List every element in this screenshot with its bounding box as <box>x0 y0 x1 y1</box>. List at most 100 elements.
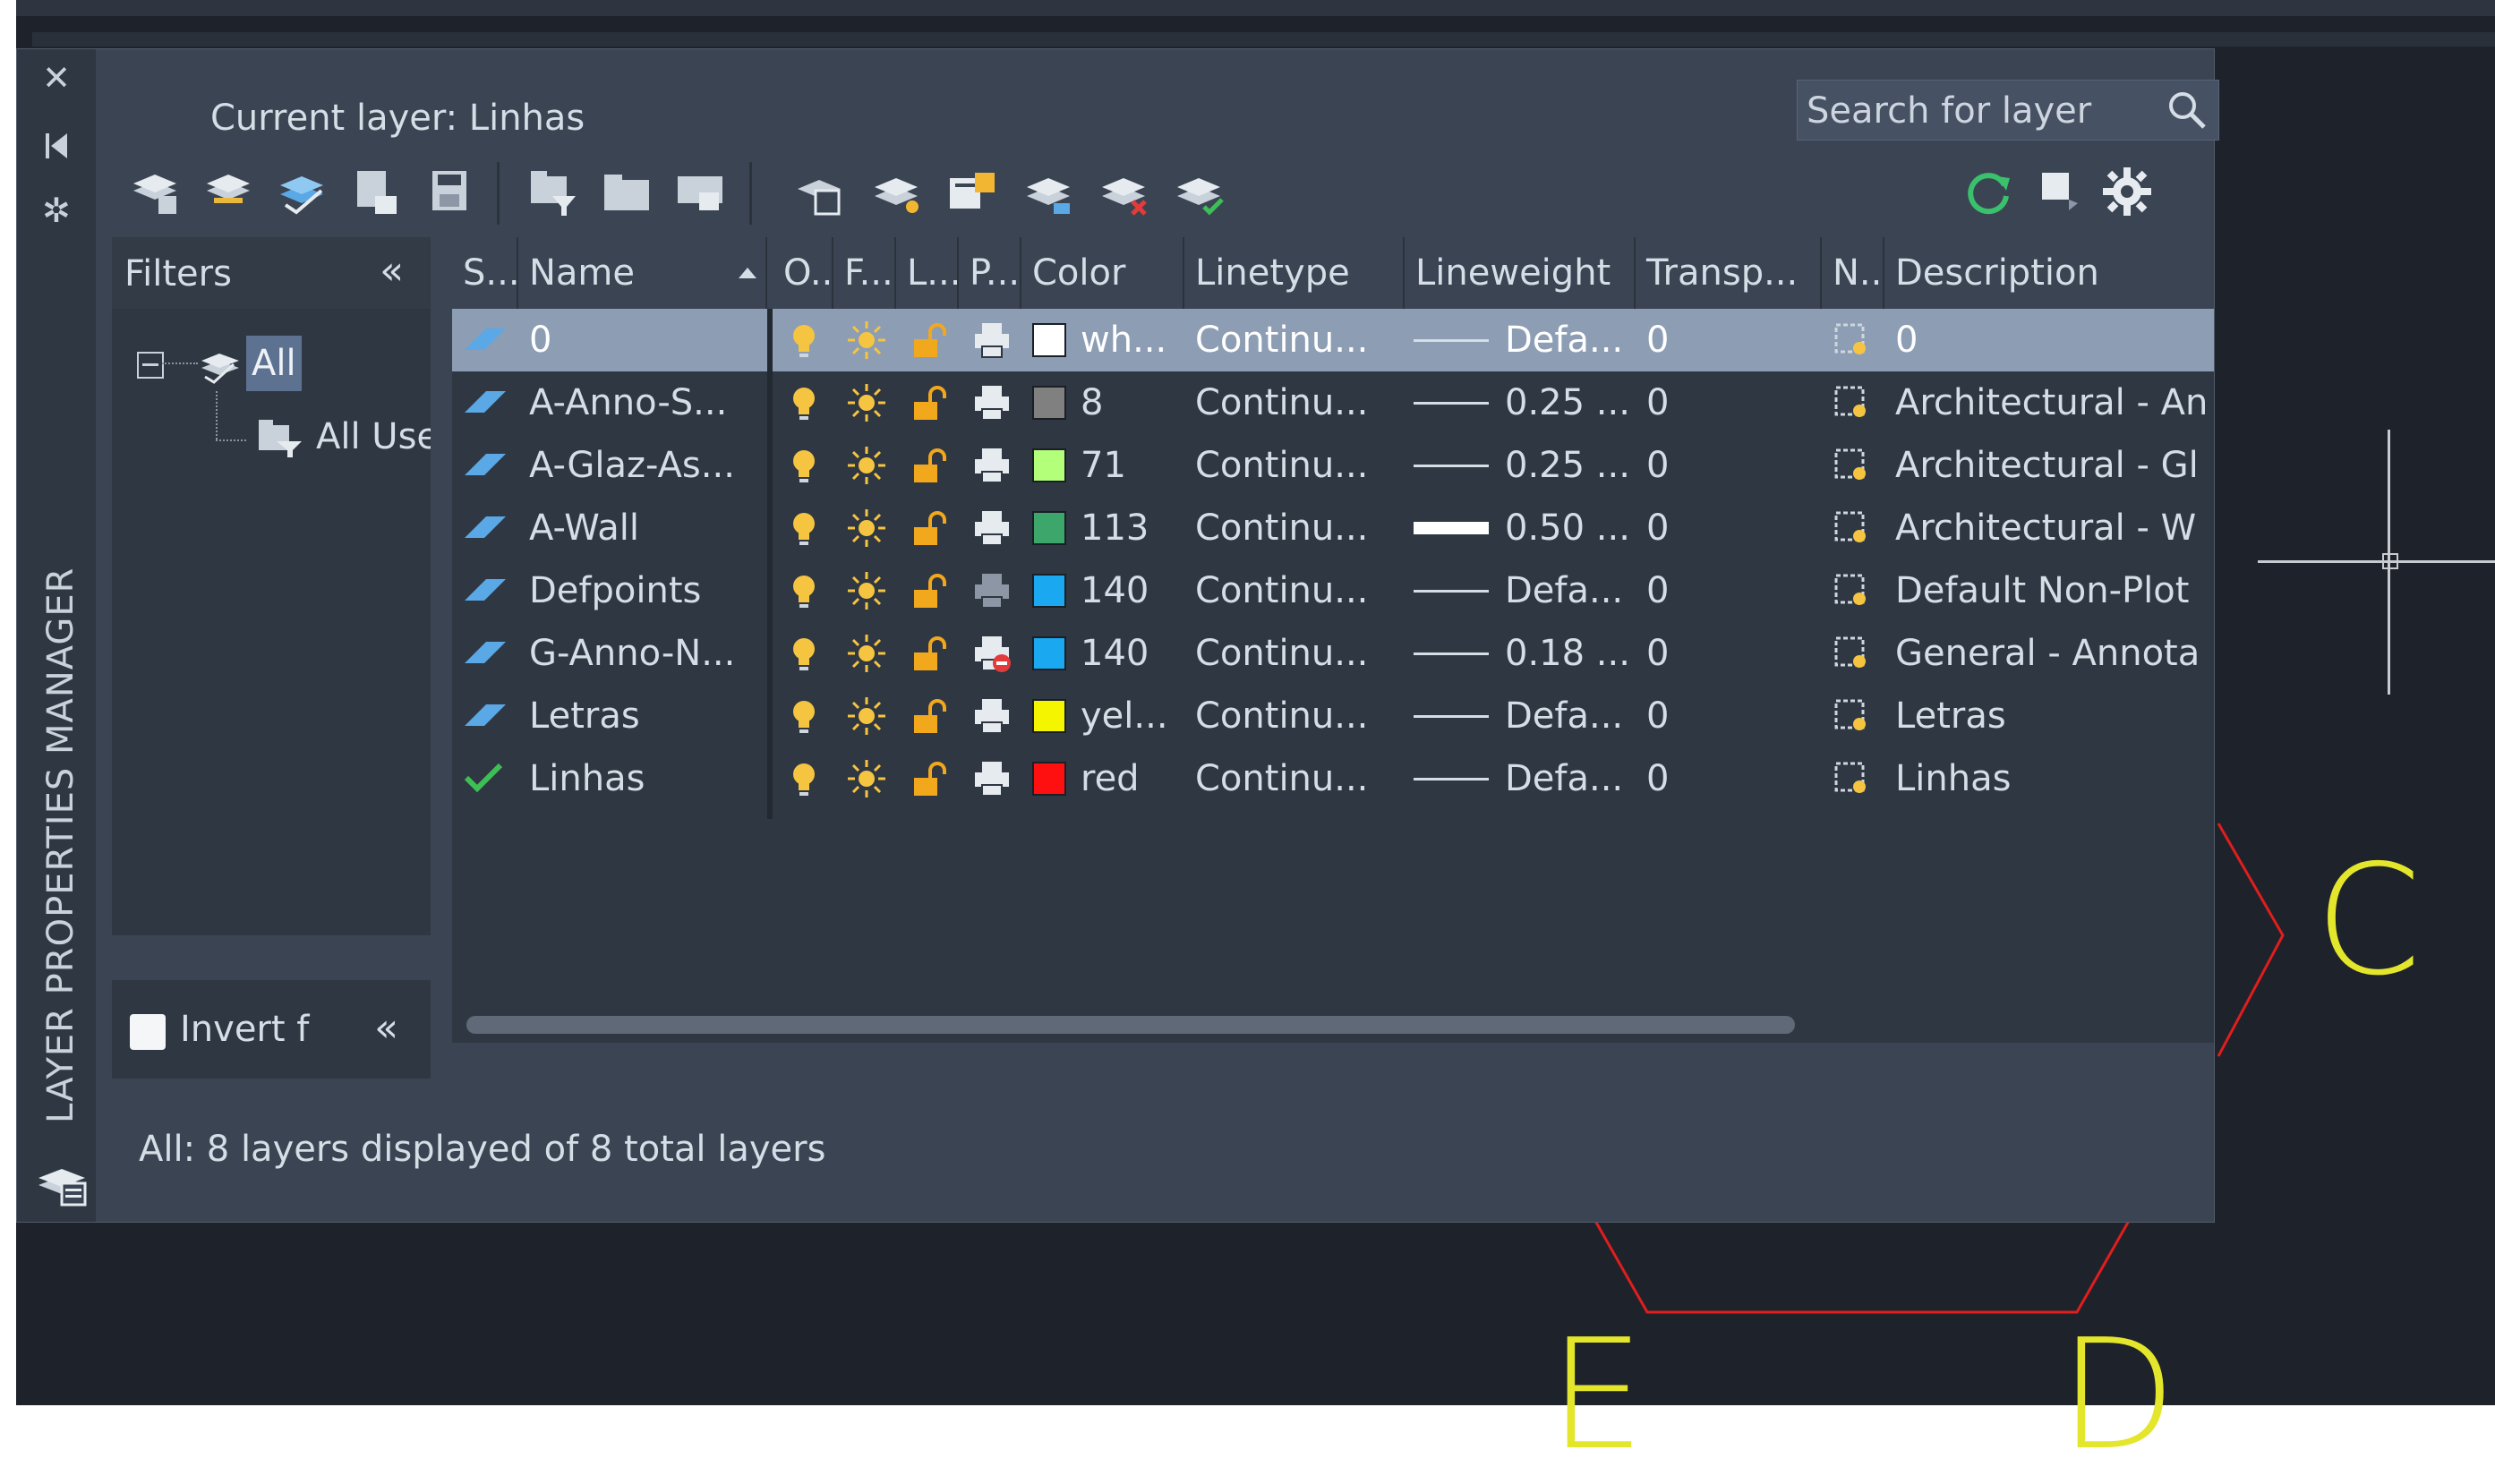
tree-item-all[interactable]: All <box>246 336 302 391</box>
new-group-filter-icon[interactable] <box>201 164 257 219</box>
layer-description[interactable]: Linhas <box>1895 747 2212 810</box>
layer-status-icon[interactable] <box>461 388 509 418</box>
delete-layer-icon[interactable] <box>1097 164 1152 219</box>
column-description[interactable]: Description <box>1884 237 2214 309</box>
vp-freeze-icon[interactable] <box>1831 633 1872 674</box>
layer-description[interactable]: 0 <box>1895 309 2212 371</box>
layer-description[interactable]: Architectural - Gl <box>1895 434 2212 497</box>
unlock-icon[interactable] <box>907 633 948 674</box>
collapse-filters-button[interactable]: « <box>380 248 404 294</box>
layer-name[interactable]: Defpoints <box>529 559 764 622</box>
lightbulb-icon[interactable] <box>783 382 825 423</box>
new-layer-frozen-icon[interactable] <box>944 164 1000 219</box>
layer-description[interactable]: Architectural - An <box>1895 371 2212 434</box>
layer-linetype[interactable]: Continu... <box>1195 497 1401 559</box>
settings-icon[interactable]: ✲ <box>37 191 76 230</box>
layer-linetype[interactable]: Continu... <box>1195 685 1401 747</box>
vp-freeze-icon[interactable] <box>1831 382 1872 423</box>
auto-hide-icon[interactable] <box>37 126 76 166</box>
tree-collapse-toggle[interactable] <box>137 352 164 379</box>
lightbulb-icon[interactable] <box>783 695 825 737</box>
layer-color[interactable]: yel... <box>1032 685 1184 747</box>
column-lineweight[interactable]: Lineweight <box>1405 237 1636 309</box>
layer-lineweight[interactable]: Defa... <box>1414 747 1636 810</box>
layer-name[interactable]: Linhas <box>529 747 764 810</box>
layer-color[interactable]: 140 <box>1032 622 1184 685</box>
layer-transparency[interactable]: 0 <box>1646 309 1816 371</box>
lightbulb-icon[interactable] <box>783 758 825 799</box>
tree-item-all-used[interactable]: All Used Layers <box>316 416 431 457</box>
layer-color[interactable]: 113 <box>1032 497 1184 559</box>
layer-description[interactable]: General - Annota <box>1895 622 2212 685</box>
layer-color[interactable]: red <box>1032 747 1184 810</box>
search-icon[interactable] <box>2165 88 2209 132</box>
filter-folder-icon[interactable] <box>525 164 581 219</box>
filter-tree[interactable]: All All Used Layers <box>112 309 431 1005</box>
layer-linetype[interactable]: Continu... <box>1195 622 1401 685</box>
layer-lineweight[interactable]: Defa... <box>1414 685 1636 747</box>
column-transparency[interactable]: Transp... <box>1636 237 1822 309</box>
column-color[interactable]: Color <box>1021 237 1184 309</box>
printer-icon[interactable] <box>971 382 1013 423</box>
layer-color[interactable]: 8 <box>1032 371 1184 434</box>
layer-lineweight[interactable]: 0.18 ... <box>1414 622 1636 685</box>
layer-linetype[interactable]: Continu... <box>1195 309 1401 371</box>
save-icon[interactable] <box>422 164 477 219</box>
vp-freeze-icon[interactable] <box>1831 758 1872 799</box>
layer-transparency[interactable]: 0 <box>1646 559 1816 622</box>
sun-icon[interactable] <box>846 758 887 799</box>
sun-icon[interactable] <box>846 445 887 486</box>
column-freeze[interactable]: F... <box>833 237 896 309</box>
layer-status-icon[interactable] <box>461 450 509 481</box>
grid-horizontal-scrollbar[interactable] <box>466 1016 1795 1034</box>
printer-icon[interactable] <box>971 695 1013 737</box>
layer-name[interactable]: A-Glaz-As... <box>529 434 764 497</box>
folder-icon[interactable] <box>599 164 654 219</box>
layer-linetype[interactable]: Continu... <box>1195 434 1401 497</box>
layer-lineweight[interactable]: 0.25 ... <box>1414 371 1636 434</box>
layer-transparency[interactable]: 0 <box>1646 434 1816 497</box>
layer-row[interactable]: 0 wh... Continu... Defa... 0 0 <box>452 309 2214 371</box>
unlock-icon[interactable] <box>907 320 948 361</box>
unlock-icon[interactable] <box>907 758 948 799</box>
unlock-icon[interactable] <box>907 570 948 611</box>
layer-translate-icon[interactable] <box>672 164 728 219</box>
layer-row[interactable]: Letras yel... Continu... Defa... 0 Letras <box>452 685 2214 747</box>
lightbulb-icon[interactable] <box>783 570 825 611</box>
gear-icon[interactable] <box>2099 164 2155 219</box>
current-layer-check-icon[interactable] <box>461 763 509 794</box>
column-linetype[interactable]: Linetype <box>1184 237 1405 309</box>
layer-status-icon[interactable] <box>461 638 509 669</box>
layer-status-icon[interactable] <box>461 325 509 355</box>
layer-states-icon[interactable] <box>275 164 330 219</box>
search-box[interactable] <box>1797 80 2219 141</box>
printer-icon[interactable] <box>971 570 1013 611</box>
layer-lineweight[interactable]: 0.50 ... <box>1414 497 1636 559</box>
sun-icon[interactable] <box>846 633 887 674</box>
layer-linetype[interactable]: Continu... <box>1195 559 1401 622</box>
column-new-vp-freeze[interactable]: N.. <box>1822 237 1884 309</box>
lightbulb-icon[interactable] <box>783 507 825 549</box>
sun-icon[interactable] <box>846 695 887 737</box>
printer-icon[interactable] <box>971 445 1013 486</box>
layer-description[interactable]: Default Non-Plot <box>1895 559 2212 622</box>
layer-name[interactable]: A-Wall <box>529 497 764 559</box>
layer-row[interactable]: A-Anno-S... 8 Continu... 0.25 ... 0 Architect… <box>452 371 2214 434</box>
new-layer-vp-frozen-icon[interactable] <box>1021 164 1077 219</box>
unlock-icon[interactable] <box>907 445 948 486</box>
column-name[interactable]: Name <box>518 237 767 309</box>
layer-status-icon[interactable] <box>461 576 509 606</box>
layer-description[interactable]: Architectural - W <box>1895 497 2212 559</box>
new-layer-vp-icon[interactable] <box>348 164 404 219</box>
layer-transparency[interactable]: 0 <box>1646 371 1816 434</box>
column-plot[interactable]: P... <box>959 237 1021 309</box>
vp-freeze-icon[interactable] <box>1831 445 1872 486</box>
layer-row[interactable]: G-Anno-N... 140 Continu... 0.18 ... 0 General… <box>452 622 2214 685</box>
layer-isolate-icon[interactable] <box>792 164 848 219</box>
layer-color[interactable]: 71 <box>1032 434 1184 497</box>
printer-icon[interactable] <box>971 507 1013 549</box>
layer-lineweight[interactable]: Defa... <box>1414 309 1636 371</box>
layer-lineweight[interactable]: 0.25 ... <box>1414 434 1636 497</box>
layer-name[interactable]: A-Anno-S... <box>529 371 764 434</box>
unlock-icon[interactable] <box>907 507 948 549</box>
